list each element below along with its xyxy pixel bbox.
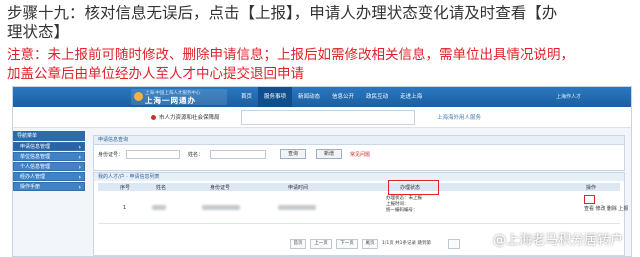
row-time-redacted — [278, 205, 316, 210]
portal-logo[interactable]: 上海·中国上海人才服务中心 上海一网通办 — [131, 89, 227, 105]
id-number-input[interactable] — [126, 150, 180, 159]
unified-code-line: 统一编码编号： — [386, 208, 418, 213]
department-text: 市人力资源和社会保障局 — [159, 115, 220, 121]
sidebar-item-personal[interactable]: 个人信息管理 › — [13, 162, 85, 171]
view-link[interactable]: 查看 — [584, 206, 594, 212]
report-link[interactable]: 上报 — [618, 206, 628, 212]
report-button-highlight — [584, 195, 595, 204]
delete-link[interactable]: 删除 — [607, 206, 617, 212]
note-line1: 注意：未上报前可随时修改、删除申请信息；上报后如需修改相关信息，需单位出具情况说… — [7, 47, 574, 63]
note-line2: 加盖公章后由单位经办人至人才中心提交退回申请 — [7, 66, 304, 82]
faq-link[interactable]: 常见问题 — [350, 151, 370, 158]
add-button[interactable]: 新增 — [316, 149, 342, 159]
nav-item-interaction[interactable]: 政民互动 — [360, 87, 394, 107]
id-number-label: 身份证号： — [98, 152, 124, 158]
sidebar-item-applications[interactable]: 申请信息管理 › — [13, 142, 85, 151]
nav-item-about[interactable]: 走进上海 — [394, 87, 428, 107]
search-panel: 申请信息查询 身份证号： 姓名： 查询 新增 常见问题 — [93, 135, 625, 171]
sidebar-item-company[interactable]: 单位信息管理 › — [13, 152, 85, 161]
user-info[interactable]: 上海作人才 — [556, 87, 581, 107]
name-input[interactable] — [210, 150, 266, 159]
sidebar-item-manual[interactable]: 操作手册 › — [13, 182, 85, 191]
name-label: 姓名： — [188, 152, 204, 158]
sidebar-item-label: 单位信息管理 — [20, 154, 51, 160]
department-label: 市人力资源和社会保障局 — [151, 113, 220, 121]
row-status: 办理状态：未上报 上报时间： 统一编码编号： — [386, 196, 422, 214]
step-caption-line1: 步骤十九：核对信息无误后，点击【上报】，申请人办理状态变化请及时查看【办 — [7, 4, 558, 22]
row-operations: 查看 修改 删除 上报 — [584, 205, 628, 212]
watermark: @上海老马积分居转户 — [492, 233, 623, 248]
col-ops: 操作 — [586, 185, 597, 191]
portal-topbar: 上海·中国上海人才服务中心 上海一网通办 首页 服务事项 新闻动态 信息公开 政… — [13, 87, 631, 107]
row-name-redacted — [152, 205, 166, 210]
location-icon — [151, 114, 156, 120]
last-page-button[interactable]: 尾页 — [362, 239, 378, 249]
chevron-right-icon: › — [78, 183, 81, 191]
sidebar-item-label: 操作手册 — [20, 184, 41, 190]
sidebar-item-label: 申请信息管理 — [20, 144, 51, 150]
portal-screenshot: 上海·中国上海人才服务中心 上海一网通办 首页 服务事项 新闻动态 信息公开 政… — [12, 86, 632, 257]
main-nav: 首页 服务事项 新闻动态 信息公开 政民互动 走进上海 — [235, 87, 428, 107]
sidebar-item-label: 经办人管理 — [20, 174, 46, 180]
list-panel-title: 我的人才/户 · 申请信息列表 — [94, 173, 624, 181]
chevron-right-icon: › — [78, 153, 81, 161]
prev-page-button[interactable]: 上一页 — [310, 239, 332, 249]
nav-item-disclosure[interactable]: 信息公开 — [326, 87, 360, 107]
query-button[interactable]: 查询 — [280, 149, 306, 159]
edit-link[interactable]: 修改 — [595, 206, 605, 212]
next-page-button[interactable]: 下一页 — [336, 239, 358, 249]
sidebar: 导航菜单 申请信息管理 › 单位信息管理 › 个人信息管理 › 经办人管理 › 操作手册… — [13, 131, 85, 256]
portal-subbar: 市人力资源和社会保障局 上海海外用人服务 — [13, 107, 631, 128]
chevron-right-icon: › — [78, 163, 81, 171]
logo-mark-icon — [134, 92, 143, 101]
table-header: 序号 姓名 身份证号 申请时间 办理状态 操作 — [98, 183, 620, 191]
row-index: 1 — [123, 205, 127, 211]
sidebar-item-operators[interactable]: 经办人管理 › — [13, 172, 85, 181]
page-jump-input[interactable] — [448, 239, 460, 249]
row-id-redacted — [202, 205, 240, 210]
site-search-input[interactable] — [241, 110, 415, 125]
sidebar-head: 导航菜单 — [13, 131, 85, 141]
col-id: 身份证号 — [210, 185, 231, 191]
nav-item-news[interactable]: 新闻动态 — [292, 87, 326, 107]
col-name: 姓名 — [156, 185, 167, 191]
col-index: 序号 — [120, 185, 131, 191]
sidebar-item-label: 个人信息管理 — [20, 164, 51, 170]
col-time: 申请时间 — [288, 185, 309, 191]
overseas-service-link[interactable]: 上海海外用人服务 — [437, 113, 481, 121]
search-panel-title: 申请信息查询 — [94, 136, 624, 145]
first-page-button[interactable]: 首页 — [290, 239, 306, 249]
chevron-right-icon: › — [78, 173, 81, 181]
pager-info: 1/1页 共1条记录 跳到第 — [382, 241, 431, 246]
nav-item-home[interactable]: 首页 — [235, 87, 258, 107]
nav-item-services[interactable]: 服务事项 — [258, 87, 293, 107]
step-caption-line2: 理状态】 — [7, 23, 70, 41]
table-row: 1 办理状态：未上报 上报时间： 统一编码编号： 查看 修改 删除 上报 — [98, 193, 628, 224]
chevron-right-icon: › — [78, 143, 81, 151]
